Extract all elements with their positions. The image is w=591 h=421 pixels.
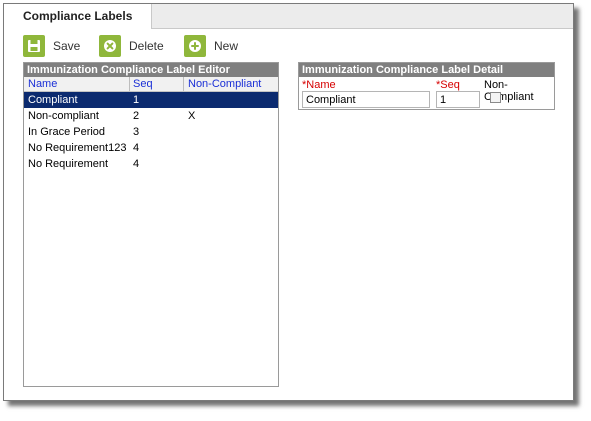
row-noncompliant: X (188, 110, 196, 122)
label-detail-panel: Immunization Compliance Label Detail *Na… (298, 62, 555, 110)
tab-label: Compliance Labels (23, 9, 133, 23)
column-seq-header[interactable]: Seq (133, 78, 153, 90)
row-seq: 1 (133, 94, 140, 106)
name-input[interactable] (302, 91, 430, 108)
window-frame: Compliance Labels Save Delete New Immuni… (3, 3, 574, 401)
seq-input[interactable] (436, 91, 480, 108)
row-seq: 2 (133, 110, 140, 122)
editor-column-header: Name Seq Non-Compliant (24, 77, 278, 92)
row-seq: 3 (133, 126, 140, 138)
new-button[interactable]: New (184, 35, 238, 57)
column-name-header[interactable]: Name (28, 78, 57, 90)
add-icon (184, 35, 206, 57)
delete-icon (99, 35, 121, 57)
save-button[interactable]: Save (23, 35, 80, 57)
row-name: Non-compliant (28, 110, 99, 122)
table-row[interactable]: No Requirement 4 (24, 156, 278, 172)
noncompliant-checkbox[interactable] (490, 92, 501, 103)
delete-label: Delete (129, 39, 164, 53)
label-editor-panel: Immunization Compliance Label Editor Nam… (23, 62, 279, 387)
name-label-text: Name (306, 79, 336, 91)
row-seq: 4 (133, 158, 140, 170)
column-divider (183, 77, 184, 91)
name-field-label: *Name (302, 79, 336, 91)
detail-title: Immunization Compliance Label Detail (299, 63, 554, 77)
table-row[interactable]: Compliant 1 (24, 92, 278, 108)
row-name: No Requirement123 (28, 142, 127, 154)
tab-compliance-labels[interactable]: Compliance Labels (4, 4, 152, 29)
table-row[interactable]: Non-compliant 2 X (24, 108, 278, 124)
row-name: No Requirement (28, 158, 109, 170)
save-label: Save (53, 39, 81, 53)
seq-field-label: *Seq (436, 79, 460, 91)
new-label: New (214, 39, 239, 53)
column-noncompliant-header[interactable]: Non-Compliant (188, 78, 261, 90)
editor-title: Immunization Compliance Label Editor (24, 63, 278, 77)
tab-bar: Compliance Labels (4, 4, 573, 29)
table-row[interactable]: In Grace Period 3 (24, 124, 278, 140)
table-row[interactable]: No Requirement123 4 (24, 140, 278, 156)
delete-button[interactable]: Delete (99, 35, 164, 57)
row-name: In Grace Period (28, 126, 106, 138)
column-divider (129, 77, 130, 91)
row-name: Compliant (28, 94, 78, 106)
save-icon (23, 35, 45, 57)
row-seq: 4 (133, 142, 140, 154)
seq-label-text: Seq (440, 79, 460, 91)
